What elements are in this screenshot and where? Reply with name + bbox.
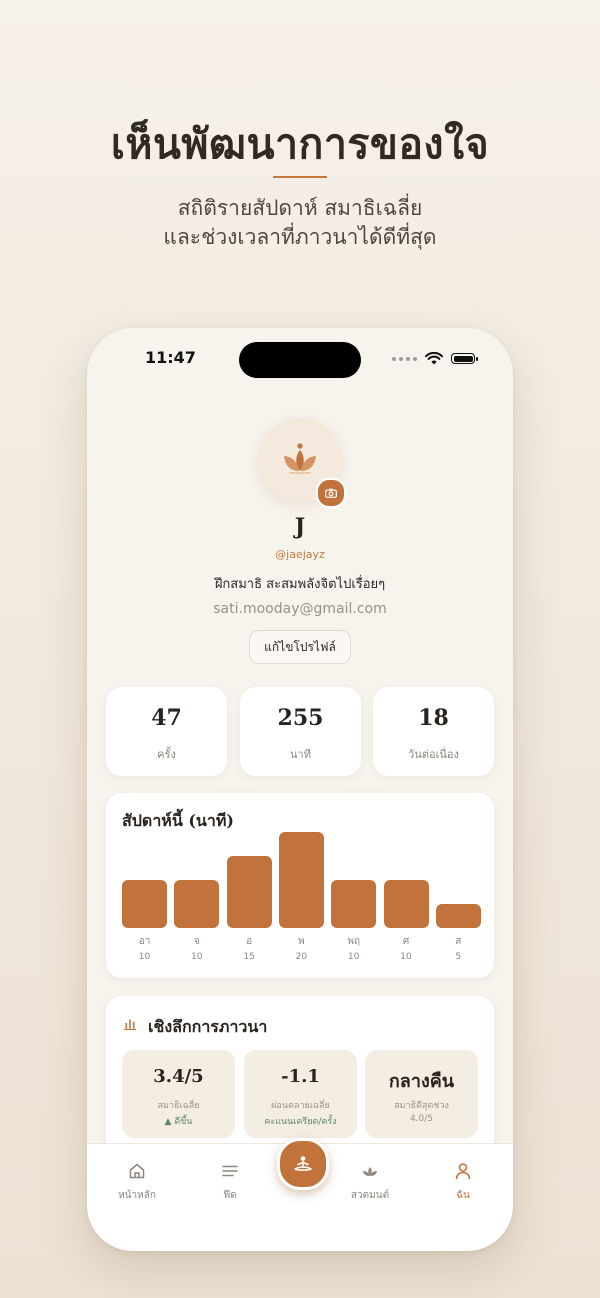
- bar-chart-icon: [124, 1019, 136, 1030]
- insight-label: ผ่อนคลายเฉลี่ย: [271, 1101, 330, 1111]
- bar-day-label: จ: [193, 936, 200, 947]
- stat-value: 255: [277, 705, 324, 731]
- bar: [122, 880, 167, 928]
- tab-label: ฉัน: [456, 1190, 470, 1201]
- profile-email: sati.mooday@gmail.com: [213, 601, 387, 617]
- tab-label: ฟีด: [223, 1190, 237, 1201]
- stat-label: นาที: [290, 748, 311, 761]
- insight-label: สมาธิเฉลี่ย: [157, 1101, 200, 1111]
- bar-day-label: อา: [138, 936, 151, 947]
- bar-column: พฤ 10: [331, 793, 377, 978]
- insight-value: กลางคืน: [388, 1071, 455, 1092]
- stat-card-streak: 18 วันต่อเนื่อง: [373, 687, 494, 776]
- meditation-icon: [294, 1156, 312, 1171]
- bar: [226, 856, 272, 928]
- insights-title: เชิงลึกการภาวนา: [148, 1017, 268, 1036]
- status-time: 11:47: [145, 348, 196, 367]
- weekly-chart-card: สัปดาห์นี้ (นาที) อา 10 จ 10 อ 15 พ 20 พฤ 10 ศ 10 ส 5: [106, 793, 494, 978]
- tab-label: สวดมนต์: [350, 1190, 390, 1201]
- bar-value-label: 10: [138, 952, 151, 962]
- profile-bio: ฝึกสมาธิ สะสมพลังจิตไปเรื่อยๆ: [214, 577, 386, 592]
- insight-avg-focus: 3.4/5 สมาธิเฉลี่ย ▲ ดีขึ้น: [122, 1050, 235, 1138]
- bar-day-label: ส: [455, 936, 462, 947]
- bar-column: จ 10: [174, 793, 220, 978]
- insight-value: -1.1: [281, 1066, 320, 1087]
- bar: [331, 880, 377, 928]
- tab-label: หน้าหลัก: [118, 1190, 156, 1201]
- profile-handle: @jaejayz: [275, 548, 325, 561]
- hero-subtitle: สถิติรายสัปดาห์ สมาธิเฉลี่ย และช่วงเวลาท…: [0, 194, 600, 252]
- insight-avg-relax: -1.1 ผ่อนคลายเฉลี่ย คะแนนเครียด/ครั้ง: [244, 1050, 357, 1138]
- insight-note: 4.0/5: [409, 1114, 434, 1124]
- feed-icon: [222, 1165, 238, 1177]
- phone-frame: 11:47 J @jaejayz ฝึกสมาธิ สะสมพลังจิตไปเ…: [87, 328, 513, 1251]
- bar-column: พ 20: [278, 793, 324, 978]
- stat-value: 47: [151, 705, 182, 731]
- tab-feed[interactable]: ฟีด: [190, 1162, 270, 1203]
- bar: [278, 832, 324, 928]
- start-meditation-button[interactable]: [277, 1138, 329, 1190]
- bar-day-label: อ: [246, 936, 253, 947]
- wifi-icon: [425, 352, 443, 365]
- bar-value-label: 10: [400, 952, 412, 962]
- hero-divider: [273, 176, 327, 178]
- stat-label: ครั้ง: [157, 748, 176, 761]
- dynamic-island: [239, 342, 361, 378]
- stat-label: วันต่อเนื่อง: [408, 748, 459, 761]
- insight-best-time: กลางคืน สมาธิดีสุดช่วง 4.0/5: [365, 1050, 478, 1138]
- bar: [383, 880, 429, 928]
- bar-day-label: ศ: [402, 936, 410, 947]
- hero-title: เห็นพัฒนาการของใจ: [110, 120, 490, 168]
- insight-note: ▲ ดีขึ้น: [164, 1117, 193, 1127]
- bar: [174, 880, 220, 928]
- camera-icon: [325, 488, 337, 498]
- bar-value-label: 5: [455, 952, 462, 962]
- lotus-logo-icon: [284, 443, 316, 474]
- edit-profile-button[interactable]: แก้ไขโปรไฟล์: [249, 630, 351, 664]
- signal-icon: [392, 356, 417, 361]
- bar-day-label: พ: [298, 936, 305, 947]
- insight-note: คะแนนเครียด/ครั้ง: [264, 1117, 337, 1127]
- bar-column: อ 15: [226, 793, 272, 978]
- stat-card-sessions: 47 ครั้ง: [106, 687, 227, 776]
- lotus-icon: [363, 1167, 377, 1176]
- tab-home[interactable]: หน้าหลัก: [97, 1162, 177, 1203]
- tab-chant[interactable]: สวดมนต์: [330, 1162, 410, 1203]
- insight-label: สมาธิดีสุดช่วง: [394, 1101, 449, 1111]
- hero-subtitle-line1: สถิติรายสัปดาห์ สมาธิเฉลี่ย: [177, 196, 423, 220]
- bar: [435, 904, 481, 928]
- battery-icon: [451, 353, 478, 364]
- status-icons: [392, 352, 478, 365]
- person-icon: [455, 1163, 471, 1180]
- bar-value-label: 20: [295, 952, 308, 962]
- bar-value-label: 15: [243, 952, 255, 962]
- change-photo-button[interactable]: [316, 478, 346, 508]
- bar-day-label: พฤ: [347, 936, 361, 947]
- bar-value-label: 10: [191, 952, 203, 962]
- stat-card-minutes: 255 นาที: [240, 687, 361, 776]
- home-icon: [129, 1163, 145, 1179]
- tab-me[interactable]: ฉัน: [423, 1162, 503, 1203]
- bar-column: อา 10: [122, 793, 167, 978]
- bar-column: ศ 10: [383, 793, 429, 978]
- bar-column: ส5: [435, 793, 481, 978]
- hero-subtitle-line2: และช่วงเวลาที่ภาวนาได้ดีที่สุด: [163, 225, 437, 249]
- stat-value: 18: [418, 705, 449, 731]
- bar-value-label: 10: [347, 952, 360, 962]
- insight-value: 3.4/5: [153, 1066, 204, 1087]
- profile-name: J: [294, 514, 306, 540]
